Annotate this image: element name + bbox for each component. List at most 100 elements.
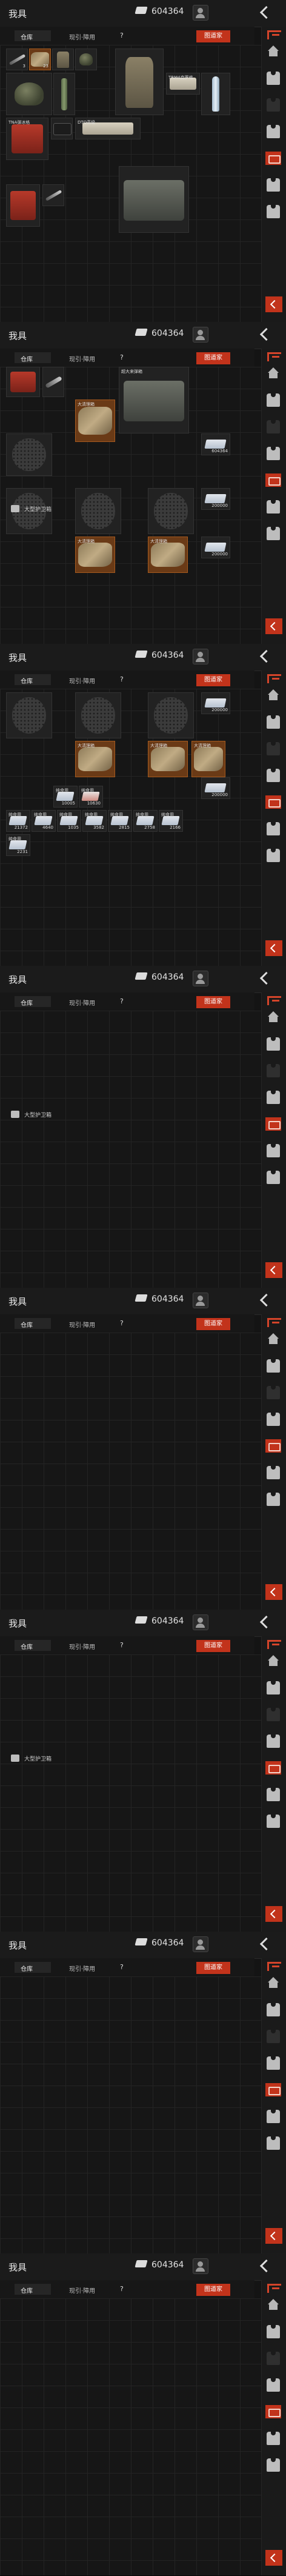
sort-button[interactable]: 图道家 [196, 674, 230, 686]
inventory-item[interactable]: 604364 [201, 433, 230, 455]
vest-icon[interactable] [267, 769, 280, 782]
sort-button[interactable]: 图道家 [196, 996, 230, 1008]
sort-button[interactable]: 图道家 [196, 2284, 230, 2296]
backpack-icon[interactable] [265, 473, 281, 487]
avatar-icon[interactable] [193, 1614, 208, 1630]
inventory-item[interactable] [75, 488, 121, 534]
tab-equipment[interactable]: 现引·障用 [63, 996, 105, 1007]
vest-icon[interactable] [267, 1359, 280, 1373]
home-icon[interactable] [267, 1333, 280, 1346]
vest-icon[interactable] [267, 1064, 280, 1077]
home-icon[interactable] [267, 689, 280, 702]
inventory-item[interactable] [201, 73, 230, 115]
home-icon[interactable] [267, 367, 280, 380]
backpack-icon[interactable] [265, 1439, 281, 1453]
vest-icon[interactable] [267, 1091, 280, 1104]
tab-equipment[interactable]: 现引·障用 [63, 30, 105, 41]
inventory-item[interactable] [52, 49, 74, 70]
vest-icon[interactable] [267, 2003, 280, 2016]
vest-icon[interactable] [267, 2325, 280, 2338]
home-icon[interactable] [267, 45, 280, 58]
vest-icon[interactable] [267, 1493, 280, 1506]
help-icon[interactable]: ? [120, 2285, 124, 2293]
vest-icon[interactable] [267, 2136, 280, 2150]
inventory-item[interactable] [53, 73, 75, 115]
inventory-item[interactable]: 纯食用 3582 [82, 810, 107, 832]
vest-icon[interactable] [267, 742, 280, 755]
inventory-item[interactable] [6, 73, 52, 115]
collapse-icon[interactable] [265, 1262, 282, 1278]
avatar-icon[interactable] [193, 5, 208, 21]
help-icon[interactable]: ? [120, 997, 124, 1005]
vest-icon[interactable] [267, 2030, 280, 2043]
back-icon[interactable] [256, 1614, 275, 1629]
help-icon[interactable]: ? [120, 353, 124, 361]
inventory-item[interactable]: 纯食用 10630 [79, 786, 103, 808]
home-icon[interactable] [267, 1654, 280, 1668]
tab-warehouse[interactable]: 仓库 [15, 30, 51, 41]
inventory-item[interactable]: 大清理箱 [75, 741, 115, 777]
backpack-icon[interactable] [265, 795, 281, 809]
vest-icon[interactable] [267, 849, 280, 862]
vest-icon[interactable] [267, 2056, 280, 2070]
tab-equipment[interactable]: 现引·障用 [63, 2284, 105, 2295]
avatar-icon[interactable] [193, 649, 208, 664]
collapse-icon[interactable] [265, 1584, 282, 1600]
inventory-item[interactable]: 纯食用 2758 [133, 810, 158, 832]
vest-icon[interactable] [267, 822, 280, 835]
back-icon[interactable] [256, 327, 275, 341]
inventory-item[interactable] [148, 692, 194, 738]
backpack-icon[interactable] [265, 152, 281, 165]
vest-icon[interactable] [267, 1144, 280, 1157]
inventory-item[interactable]: DTQ高级 [75, 118, 141, 139]
vest-icon[interactable] [267, 2378, 280, 2392]
vest-icon[interactable] [267, 393, 280, 407]
sort-button[interactable]: 图道家 [196, 352, 230, 364]
vest-icon[interactable] [267, 1466, 280, 1479]
vest-icon[interactable] [267, 1681, 280, 1694]
sort-button[interactable]: 图道家 [196, 30, 230, 42]
avatar-icon[interactable] [193, 2258, 208, 2274]
inventory-item[interactable] [6, 433, 52, 476]
inventory-item[interactable]: 大清理箱 [191, 741, 225, 777]
inventory-item[interactable]: 大清理箱 [148, 741, 188, 777]
inventory-item[interactable]: TRM4克罗格 [166, 73, 200, 95]
vest-icon[interactable] [267, 420, 280, 433]
inventory-item[interactable] [6, 367, 40, 397]
sort-button[interactable]: 图道家 [196, 1962, 230, 1974]
inventory-item[interactable] [42, 184, 64, 206]
vest-icon[interactable] [267, 2432, 280, 2445]
vest-icon[interactable] [267, 500, 280, 514]
backpack-icon[interactable] [265, 2405, 281, 2418]
inventory-item[interactable] [119, 166, 189, 233]
help-icon[interactable]: ? [120, 1641, 124, 1649]
tab-warehouse[interactable]: 仓库 [15, 1962, 51, 1973]
collapse-icon[interactable] [265, 618, 282, 634]
tab-warehouse[interactable]: 仓库 [15, 996, 51, 1007]
back-icon[interactable] [256, 1293, 275, 1307]
avatar-icon[interactable] [193, 327, 208, 343]
inventory-item[interactable] [51, 118, 73, 139]
home-icon[interactable] [267, 1976, 280, 1990]
inventory-item[interactable] [75, 692, 121, 738]
inventory-item[interactable]: 大清理箱 [75, 400, 115, 442]
inventory-item[interactable] [42, 367, 64, 397]
inventory-item[interactable]: 200000 [201, 777, 230, 799]
inventory-item[interactable] [6, 692, 52, 738]
sort-button[interactable]: 图道家 [196, 1318, 230, 1330]
sort-button[interactable]: 图道家 [196, 1640, 230, 1652]
inventory-item[interactable]: TNA弹冰格 [6, 118, 48, 160]
tab-equipment[interactable]: 现引·障用 [63, 352, 105, 363]
back-icon[interactable] [256, 649, 275, 663]
inventory-item[interactable] [148, 488, 194, 534]
inventory-item[interactable] [115, 49, 164, 115]
inventory-item[interactable] [6, 184, 40, 227]
vest-icon[interactable] [267, 1815, 280, 1828]
inventory-item[interactable] [75, 49, 97, 70]
avatar-icon[interactable] [193, 1936, 208, 1952]
vest-icon[interactable] [267, 205, 280, 218]
vest-icon[interactable] [267, 1386, 280, 1399]
tab-warehouse[interactable]: 仓库 [15, 1640, 51, 1651]
backpack-icon[interactable] [265, 1117, 281, 1131]
inventory-item[interactable]: 纯食用 2815 [108, 810, 132, 832]
